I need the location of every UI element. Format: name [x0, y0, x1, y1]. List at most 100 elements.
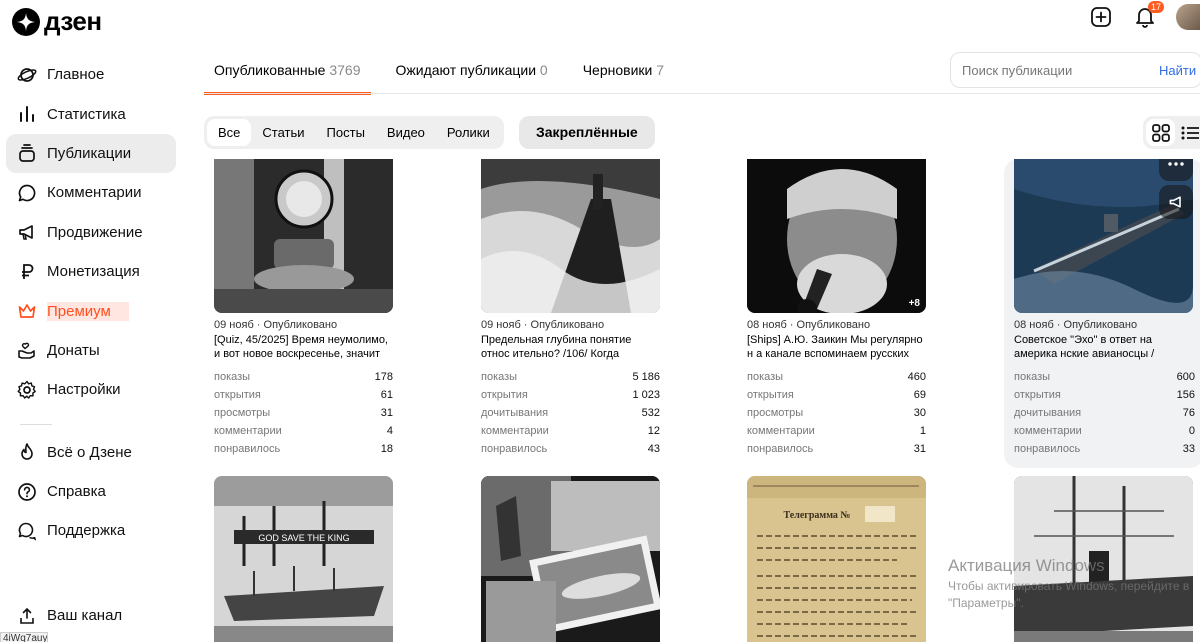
sidebar-item-label: Главное — [47, 66, 105, 84]
sidebar-item-premium[interactable]: Премиум — [6, 291, 176, 330]
stat-label: понравилось — [1014, 443, 1081, 455]
sidebar-item-your-channel[interactable]: Ваш канал — [6, 596, 176, 635]
telegram-heading: Телеграмма № — [784, 510, 851, 521]
tab-label: Черновики — [582, 62, 653, 78]
stat-value: 1 — [919, 425, 926, 437]
filter-shorts[interactable]: Ролики — [436, 119, 501, 146]
sidebar-item-label: Настройки — [47, 381, 121, 399]
stat-value: 12 — [647, 425, 660, 437]
logout-arrow-icon — [16, 605, 38, 627]
stat-label: открытия — [1014, 389, 1061, 401]
card-stats: показы 178 открытия 61 просмотры 31 коммент… — [214, 368, 393, 458]
tabs-divider — [204, 93, 1200, 94]
sidebar-item-label: Справка — [47, 483, 106, 501]
card-meta: 09 нояб · Опубликовано — [214, 319, 338, 331]
card-thumbnail: GOD SAVE THE KING — [214, 476, 393, 642]
megaphone-icon — [16, 221, 38, 243]
sidebar-item-monetization[interactable]: Монетизация — [6, 252, 176, 291]
stat-label: просмотры — [214, 407, 271, 419]
stat-value: 43 — [647, 443, 660, 455]
sidebar-item-main[interactable]: Главное — [6, 55, 176, 94]
comment-icon — [16, 182, 38, 204]
card-title: Советское "Эхо" в ответ на америка нские… — [1014, 334, 1155, 363]
card-title: Предельная глубина понятие относ ительно… — [481, 334, 632, 363]
stat-label: комментарии — [1014, 425, 1082, 437]
notifications-bell-icon[interactable]: 17 — [1132, 1, 1164, 30]
more-options-icon[interactable] — [1159, 159, 1193, 181]
filter-videos[interactable]: Видео — [376, 119, 436, 146]
stat-value: 0 — [1188, 425, 1195, 437]
tab-drafts[interactable]: Черновики 7 — [573, 48, 674, 95]
publication-card[interactable]: GOD SAVE THE KING — [214, 476, 393, 642]
search-box: Найти — [950, 52, 1200, 88]
publication-card[interactable] — [481, 476, 660, 642]
planet-icon — [16, 64, 38, 86]
sidebar-item-statistics[interactable]: Статистика — [6, 94, 176, 133]
stat-value: 69 — [913, 389, 926, 401]
logo-text: дзен — [44, 6, 102, 36]
publication-card[interactable]: Телеграмма № — [747, 476, 926, 642]
view-toggle — [1143, 116, 1200, 149]
stat-label: открытия — [481, 389, 528, 401]
stat-value: 156 — [1176, 389, 1195, 401]
card-thumbnail — [481, 159, 660, 313]
sidebar-item-help[interactable]: Справка — [6, 472, 176, 511]
stat-label: понравилось — [747, 443, 814, 455]
stat-value: 31 — [913, 443, 926, 455]
support-chat-icon — [16, 520, 38, 542]
sidebar-item-promotion[interactable]: Продвижение — [6, 213, 176, 252]
sidebar-item-label: Всё о Дзене — [47, 443, 132, 461]
search-input[interactable] — [962, 62, 1147, 78]
stat-value: 76 — [1182, 407, 1195, 419]
publication-card[interactable]: +8 08 нояб · Опубликовано [Ships] А.Ю. З… — [747, 159, 926, 458]
sidebar-item-settings[interactable]: Настройки — [6, 370, 176, 409]
publication-card-hovered[interactable]: 08 нояб · Опубликовано Советское "Эхо" в… — [1004, 159, 1200, 468]
stat-value: 31 — [380, 407, 393, 419]
sidebar-item-label: Статистика — [47, 105, 126, 123]
dzen-logo-icon — [12, 7, 40, 36]
create-plus-icon[interactable] — [1088, 4, 1114, 30]
stat-value: 18 — [380, 443, 393, 455]
stat-label: комментарии — [747, 425, 815, 437]
sidebar-item-support[interactable]: Поддержка — [6, 511, 176, 550]
content-type-filter: Все Статьи Посты Видео Ролики — [204, 116, 504, 149]
promote-megaphone-icon[interactable] — [1159, 185, 1193, 219]
grid-view-icon[interactable] — [1146, 119, 1175, 146]
stat-label: просмотры — [747, 407, 804, 419]
sidebar-item-donations[interactable]: Донаты — [6, 331, 176, 370]
stat-value: 30 — [913, 407, 926, 419]
list-view-icon[interactable] — [1175, 119, 1200, 146]
tab-published[interactable]: Опубликованные 3769 — [204, 48, 371, 95]
publication-card[interactable]: 09 нояб · Опубликовано [Quiz, 45/2025] В… — [214, 159, 393, 458]
filter-posts[interactable]: Посты — [316, 119, 376, 146]
filter-all[interactable]: Все — [207, 119, 252, 146]
publication-tabs: Опубликованные 3769 Ожидают публикации 0… — [204, 48, 689, 95]
status-url-tooltip: 4iWq7auy4kSljs — [0, 632, 48, 642]
watermark-text: "Параметры". — [948, 596, 1024, 610]
dzen-logo[interactable]: дзен — [12, 6, 102, 37]
stat-label: показы — [481, 371, 518, 383]
pinned-button[interactable]: Закреплённые — [519, 116, 655, 149]
stat-label: показы — [747, 371, 784, 383]
tab-count: 3769 — [329, 62, 361, 78]
card-stats: показы 5 186 открытия 1 023 дочитывания 532… — [481, 368, 660, 458]
stat-value: 460 — [907, 371, 926, 383]
sidebar-item-label: Продвижение — [47, 223, 143, 241]
donate-hand-icon — [16, 339, 38, 361]
stat-label: дочитывания — [1014, 407, 1082, 419]
filter-articles[interactable]: Статьи — [251, 119, 315, 146]
stat-label: понравилось — [481, 443, 548, 455]
search-button[interactable]: Найти — [1159, 63, 1196, 78]
notification-badge: 17 — [1147, 1, 1164, 13]
tab-label: Ожидают публикации — [395, 62, 537, 78]
publication-card[interactable]: 09 нояб · Опубликовано Предельная глубин… — [481, 159, 660, 458]
sidebar-item-publications[interactable]: Публикации — [6, 133, 176, 174]
sidebar-item-comments[interactable]: Комментарии — [6, 173, 176, 212]
watermark-text: Чтобы активировать Windows, перейдите в — [948, 579, 1190, 593]
stat-value: 1 023 — [632, 389, 660, 401]
stat-label: комментарии — [214, 425, 282, 437]
avatar[interactable] — [1176, 4, 1200, 30]
tab-scheduled[interactable]: Ожидают публикации 0 — [386, 48, 558, 95]
card-title: [Ships] А.Ю. Заикин Мы регулярно н а кан… — [747, 334, 923, 363]
sidebar-item-about-dzen[interactable]: Всё о Дзене — [6, 433, 176, 472]
